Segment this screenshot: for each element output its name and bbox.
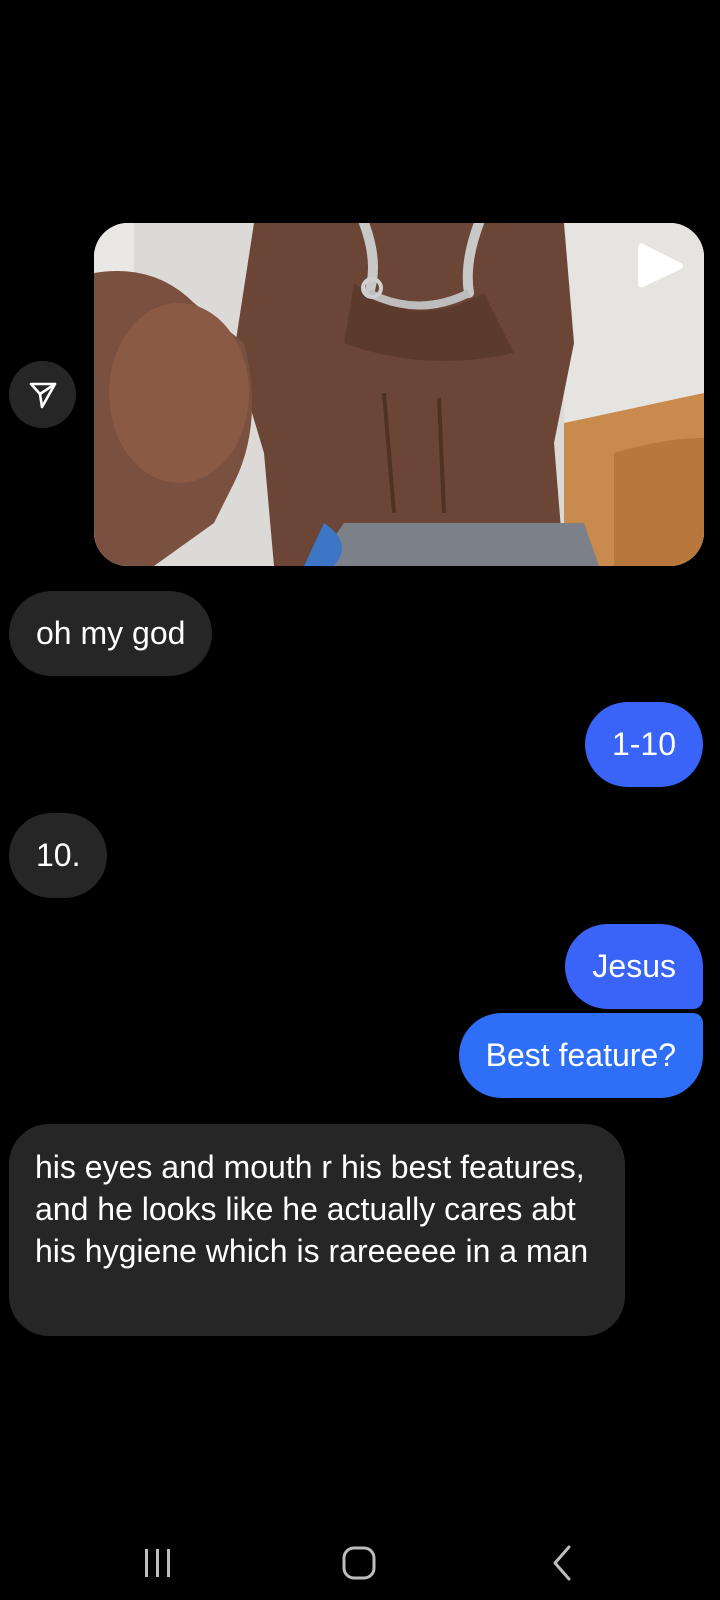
back-button[interactable] <box>532 1538 592 1588</box>
share-button[interactable] <box>9 361 76 428</box>
outgoing-message[interactable]: 1-10 <box>584 702 703 787</box>
message-text: his eyes and mouth r his best features, … <box>35 1149 589 1269</box>
home-button[interactable] <box>329 1538 389 1588</box>
recent-apps-icon <box>145 1549 170 1577</box>
shared-video-thumbnail[interactable] <box>94 223 704 566</box>
message-text: 10. <box>36 837 81 873</box>
recent-apps-button[interactable] <box>128 1538 188 1588</box>
system-navigation-bar <box>0 1510 720 1600</box>
message-text: Jesus <box>592 948 676 984</box>
incoming-message[interactable]: his eyes and mouth r his best features, … <box>9 1124 625 1336</box>
paper-plane-icon <box>29 382 56 408</box>
back-icon <box>553 1545 571 1581</box>
play-icon <box>638 243 683 288</box>
video-preview-image <box>94 223 704 566</box>
home-icon <box>342 1546 376 1580</box>
message-text: oh my god <box>36 615 186 651</box>
outgoing-message[interactable]: Jesus <box>565 924 703 1009</box>
incoming-message[interactable]: oh my god <box>9 591 213 676</box>
incoming-message[interactable]: 10. <box>9 813 108 898</box>
outgoing-message[interactable]: Best feature? <box>458 1013 703 1098</box>
message-text: Best feature? <box>485 1037 676 1073</box>
message-text: 1-10 <box>611 726 676 762</box>
